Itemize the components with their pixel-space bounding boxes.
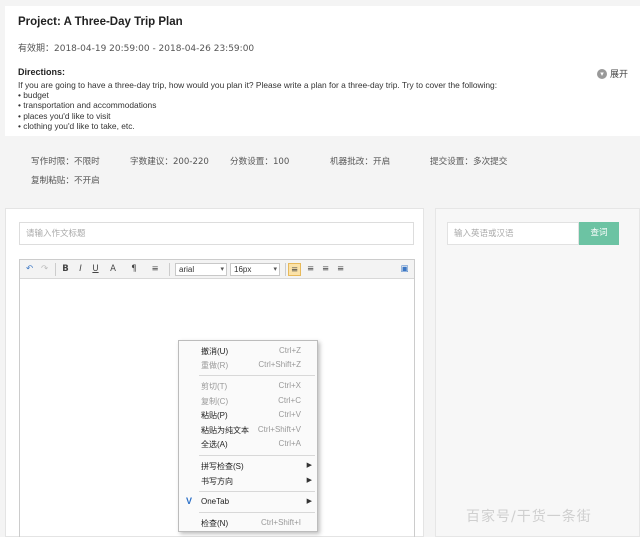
menu-item-shortcut: Ctrl+V [278, 410, 301, 419]
menu-item-label: 撤消(U) [201, 347, 229, 356]
undo-icon[interactable]: ↶ [24, 263, 35, 276]
menu-divider [199, 375, 315, 376]
menu-item-shortcut: Ctrl+Z [279, 346, 301, 355]
setting-time-limit: 写作时限：不限时 [31, 157, 100, 167]
submenu-arrow-icon: ▶ [306, 477, 312, 484]
onetab-icon: V [186, 496, 193, 506]
directions-heading: Directions: [18, 67, 66, 77]
project-card: Project: A Three-Day Trip Plan 有效期：2018-… [5, 6, 640, 136]
menu-divider [199, 512, 315, 513]
setting-word-count: 字数建议：200-220 [130, 157, 209, 167]
font-size-select[interactable]: 16px [230, 263, 280, 276]
menu-item-label: 全选(A) [201, 440, 228, 449]
menu-item-label: 重做(R) [201, 361, 229, 370]
menu-item-label: 粘贴(P) [201, 411, 228, 420]
directions-line: • clothing you'd like to take, etc. [18, 120, 135, 131]
menu-item-label: 书写方向 [201, 477, 233, 486]
watermark: 百家号/干货一条街 [466, 509, 592, 525]
menu-item-label: 复制(C) [201, 397, 229, 406]
menu-item-paste-plain[interactable]: 粘贴为纯文本 Ctrl+Shift+V [179, 423, 317, 437]
menu-item-shortcut: Ctrl+Shift+I [260, 518, 301, 527]
menu-item-copy[interactable]: 复制(C) Ctrl+C [179, 394, 317, 408]
directions-text: If you are going to have a three-day tri… [18, 80, 497, 131]
menu-item-shortcut: Ctrl+A [278, 439, 301, 448]
menu-item-cut[interactable]: 剪切(T) Ctrl+X [179, 379, 317, 393]
menu-item-shortcut: Ctrl+X [278, 381, 301, 390]
setting-submission: 提交设置：多次提交 [430, 157, 508, 167]
menu-item-shortcut: Ctrl+C [278, 396, 301, 405]
menu-item-shortcut: Ctrl+Shift+Z [258, 360, 301, 369]
editor-toolbar: ↶ ↷ B I U A ¶ ≡ arial 16px ≡ ≡ ≡ ≡ ▣ [20, 260, 414, 279]
dictionary-panel: 输入英语或汉语 查词 [435, 208, 640, 537]
menu-item-label: 剪切(T) [201, 382, 228, 391]
directions-line: • transportation and accommodations [18, 100, 157, 111]
menu-item-onetab[interactable]: V OneTab ▶ [179, 495, 317, 509]
directions-line: • budget [18, 90, 49, 101]
underline-button[interactable]: U [90, 263, 101, 276]
menu-item-label: 检查(N) [201, 519, 229, 528]
menu-item-spellcheck[interactable]: 拼写检查(S) ▶ [179, 459, 317, 473]
menu-item-label: 拼写检查(S) [201, 462, 244, 471]
menu-item-paste[interactable]: 粘贴(P) Ctrl+V [179, 408, 317, 422]
expand-button[interactable]: ▾ 展开 [597, 67, 628, 80]
assignment-settings: 写作时限：不限时 字数建议：200-220 分数设置：100 机器批改：开启 提… [5, 140, 640, 200]
context-menu: 撤消(U) Ctrl+Z 重做(R) Ctrl+Shift+Z 剪切(T) Ct… [178, 340, 318, 532]
expand-label: 展开 [610, 70, 629, 80]
italic-button[interactable]: I [75, 263, 86, 276]
validity-period: 有效期：2018-04-19 20:59:00 - 2018-04-26 23:… [18, 44, 255, 54]
toolbar-divider [285, 263, 286, 276]
project-title: Project: A Three-Day Trip Plan [18, 16, 183, 28]
submenu-arrow-icon: ▶ [306, 498, 312, 505]
menu-divider [199, 455, 315, 456]
menu-item-label: OneTab [201, 497, 230, 506]
toolbar-divider [169, 263, 170, 276]
toolbar-divider [55, 263, 56, 276]
chevron-down-icon: ▾ [597, 68, 607, 79]
menu-item-undo[interactable]: 撤消(U) Ctrl+Z [179, 344, 317, 358]
align-center-icon[interactable]: ≡ [304, 263, 317, 276]
menu-item-redo[interactable]: 重做(R) Ctrl+Shift+Z [179, 358, 317, 372]
menu-item-label: 粘贴为纯文本 [201, 426, 249, 435]
line-height-icon[interactable]: ≡ [147, 263, 163, 276]
essay-title-input[interactable]: 请输入作文标题 [19, 222, 414, 245]
directions-line: If you are going to have a three-day tri… [18, 80, 498, 90]
paragraph-format-icon[interactable]: ¶ [126, 263, 142, 276]
redo-icon[interactable]: ↷ [39, 263, 50, 276]
align-left-icon[interactable]: ≡ [288, 263, 301, 276]
setting-machine-grading: 机器批改：开启 [330, 157, 391, 167]
setting-score: 分数设置：100 [230, 157, 290, 167]
bold-button[interactable]: B [60, 263, 71, 276]
menu-item-select-all[interactable]: 全选(A) Ctrl+A [179, 437, 317, 451]
align-right-icon[interactable]: ≡ [319, 263, 332, 276]
submenu-arrow-icon: ▶ [306, 462, 312, 469]
font-family-select[interactable]: arial [175, 263, 227, 276]
font-color-icon[interactable]: A [105, 263, 121, 276]
setting-copy-paste: 复制粘贴：不开启 [31, 176, 100, 186]
directions-line: • places you'd like to visit [18, 110, 111, 121]
dictionary-search-input[interactable]: 输入英语或汉语 [447, 222, 579, 245]
lookup-button[interactable]: 查词 [579, 222, 619, 245]
menu-item-inspect[interactable]: 检查(N) Ctrl+Shift+I [179, 516, 317, 530]
menu-item-writing-direction[interactable]: 书写方向 ▶ [179, 474, 317, 488]
fullscreen-icon[interactable]: ▣ [398, 263, 411, 276]
justify-icon[interactable]: ≡ [334, 263, 347, 276]
menu-divider [199, 491, 315, 492]
menu-item-shortcut: Ctrl+Shift+V [257, 425, 301, 434]
